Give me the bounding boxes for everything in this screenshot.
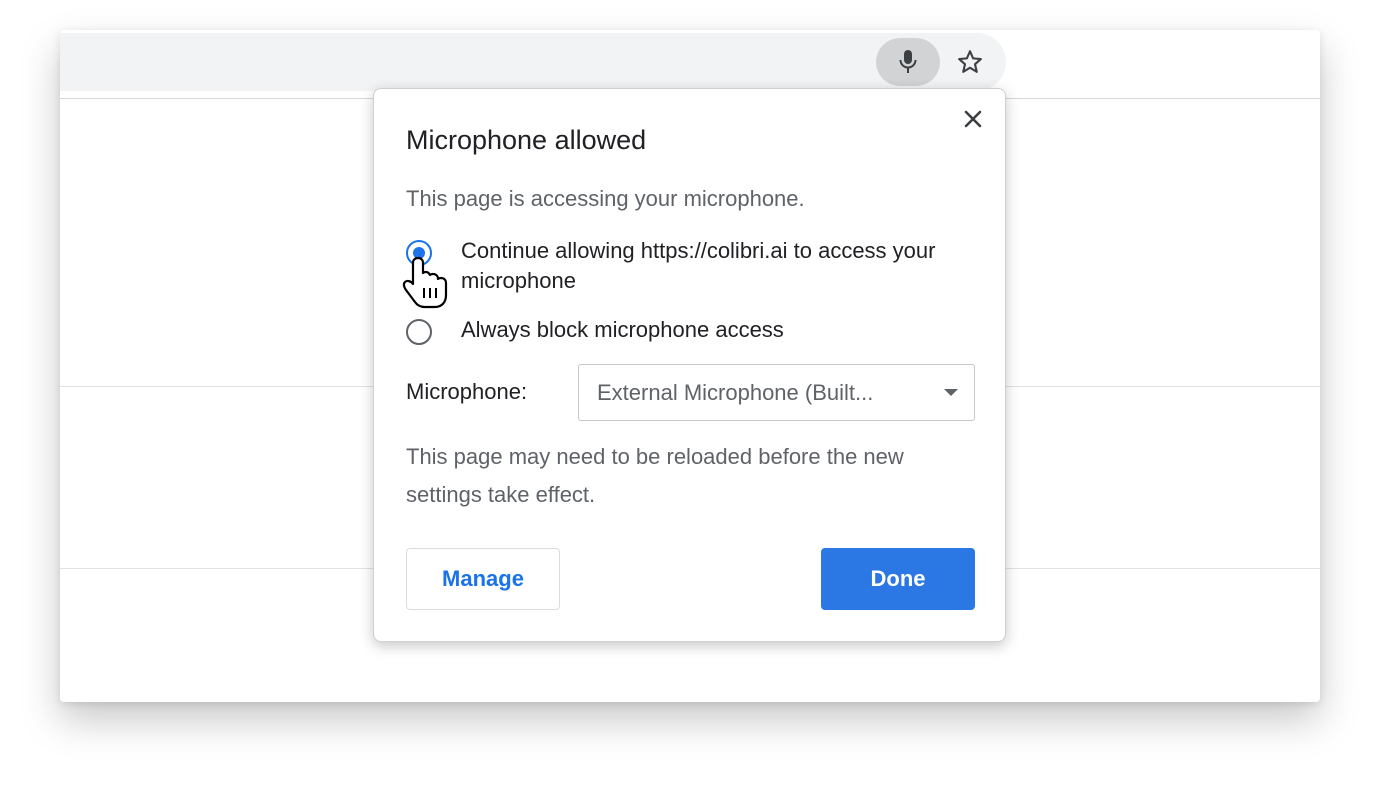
- bookmark-star-button[interactable]: [950, 38, 990, 86]
- microphone-indicator-button[interactable]: [876, 38, 940, 86]
- dialog-title: Microphone allowed: [406, 125, 647, 155]
- dialog-description: This page is accessing your microphone.: [406, 186, 805, 211]
- microphone-select-label: Microphone:: [406, 379, 528, 404]
- allow-radio[interactable]: [406, 240, 432, 266]
- microphone-select[interactable]: External Microphone (Built...: [578, 364, 975, 421]
- close-button[interactable]: [959, 105, 987, 133]
- close-icon: [964, 110, 982, 128]
- dropdown-caret-icon: [944, 389, 958, 396]
- done-button[interactable]: Done: [821, 548, 975, 610]
- allow-option[interactable]: Continue allowing https://colibri.ai to …: [406, 238, 971, 296]
- block-radio[interactable]: [406, 319, 432, 345]
- star-outline-icon: [958, 50, 982, 73]
- microphone-icon: [899, 50, 917, 73]
- block-option-label: Always block microphone access: [461, 317, 784, 342]
- reload-note: This page may need to be reloaded before…: [406, 444, 904, 507]
- microphone-select-value: External Microphone (Built...: [597, 380, 874, 405]
- allow-option-label: Continue allowing https://colibri.ai to …: [461, 238, 936, 293]
- manage-button[interactable]: Manage: [406, 548, 560, 610]
- microphone-permission-dialog: Microphone allowed This page is accessin…: [373, 88, 1006, 642]
- block-option[interactable]: Always block microphone access: [406, 317, 971, 345]
- address-bar[interactable]: [60, 33, 1006, 91]
